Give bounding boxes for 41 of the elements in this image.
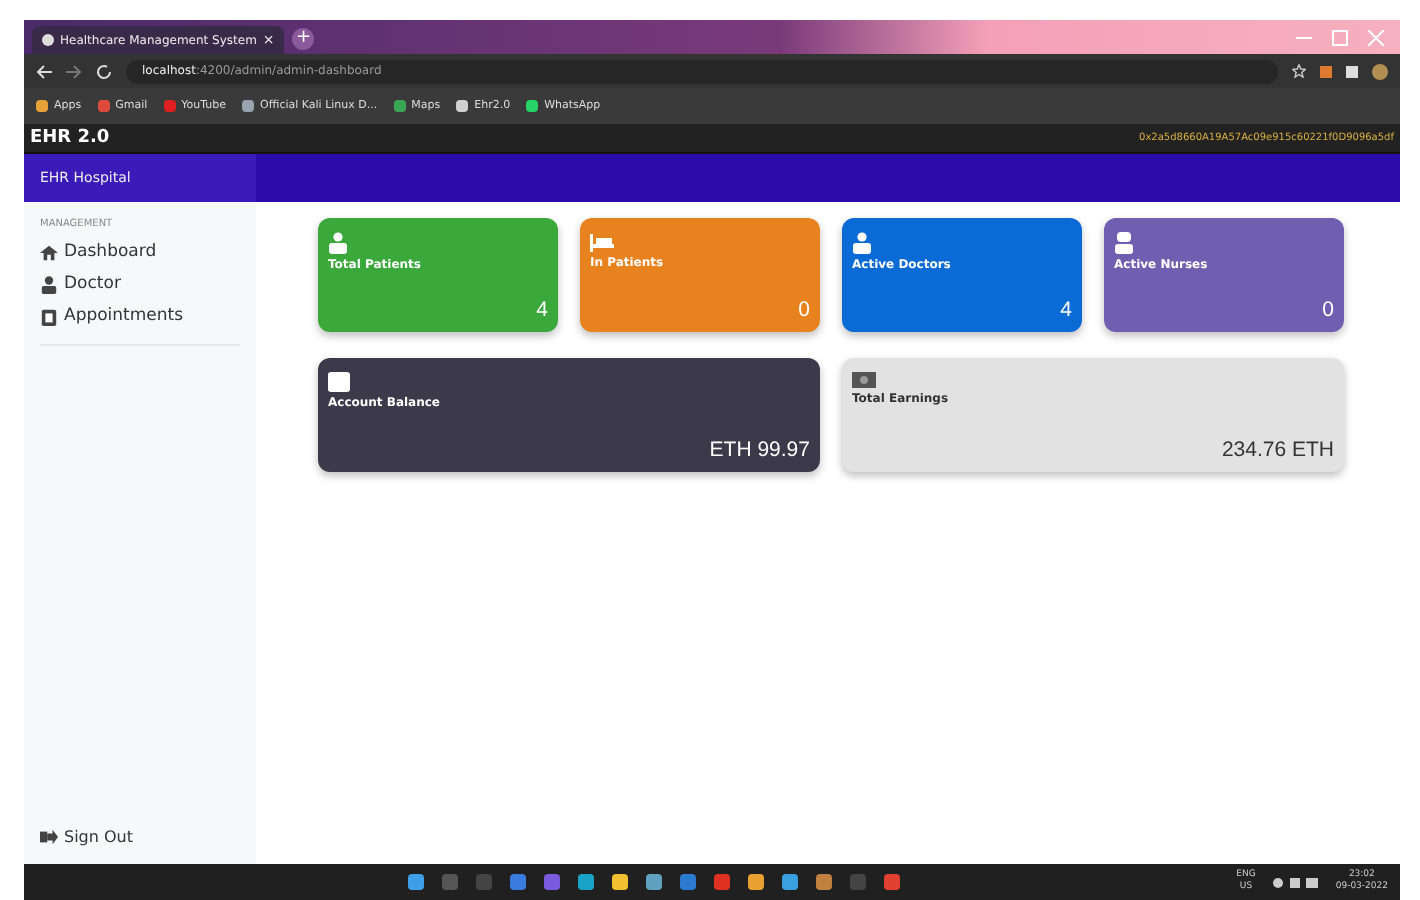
star-icon[interactable] <box>1292 64 1306 78</box>
nav-link[interactable]: Appointments <box>40 300 256 332</box>
app-icon[interactable] <box>646 874 662 890</box>
patient-icon <box>328 232 348 254</box>
app-icon[interactable] <box>816 874 832 890</box>
brand-title: EHR 2.0 <box>30 128 110 148</box>
nurse-icon <box>1114 232 1134 254</box>
card-value: 4 <box>536 298 548 322</box>
back-arrow-icon[interactable] <box>36 63 52 79</box>
reload-icon[interactable] <box>96 63 112 79</box>
sign-out-icon <box>40 828 58 846</box>
profile-avatar[interactable] <box>1372 63 1388 79</box>
clipboard-icon <box>40 307 58 325</box>
app-icon[interactable] <box>680 874 696 890</box>
person-icon <box>40 275 58 293</box>
app-icon[interactable] <box>544 874 560 890</box>
app-icon[interactable] <box>714 874 730 890</box>
card-value: 4 <box>1060 298 1072 322</box>
card-value: 0 <box>1322 298 1334 322</box>
nav-link[interactable]: Dashboard <box>40 236 256 268</box>
home-icon <box>40 243 58 261</box>
card-value: ETH 99.97 <box>709 438 810 462</box>
app-logo-icon <box>42 34 54 46</box>
nav-link[interactable]: Doctor <box>40 268 256 300</box>
app-icon[interactable] <box>612 874 628 890</box>
money-icon <box>852 372 876 388</box>
system-tray-icons[interactable] <box>1271 875 1320 889</box>
sign-out-link[interactable]: Sign Out <box>40 822 256 852</box>
app-icon[interactable] <box>510 874 526 890</box>
app-icon[interactable] <box>748 874 764 890</box>
patient-icon <box>852 232 872 254</box>
bed-icon <box>590 232 614 252</box>
new-tab-button[interactable]: + <box>292 28 315 50</box>
card-value: 0 <box>798 298 810 322</box>
forward-arrow-icon[interactable] <box>66 63 82 79</box>
app-icon[interactable] <box>408 874 424 890</box>
app-icon[interactable] <box>578 874 594 890</box>
app-icon[interactable] <box>884 874 900 890</box>
app-icon[interactable] <box>782 874 798 890</box>
wallet-icon <box>328 372 350 392</box>
card-value: 234.76 ETH <box>1221 438 1334 462</box>
